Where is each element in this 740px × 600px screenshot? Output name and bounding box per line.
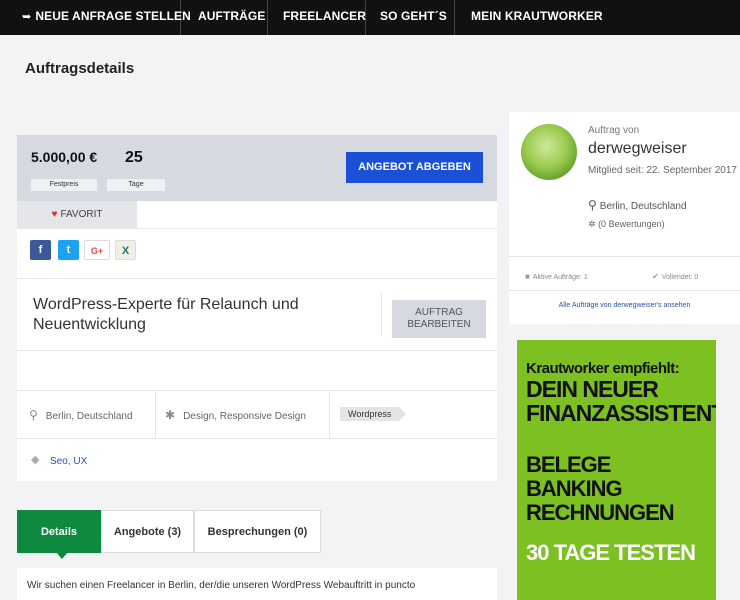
facebook-share-icon[interactable]: f [30,240,51,260]
share-row: f t G+ X [17,229,497,279]
owner-by-label: Auftrag von [588,125,640,136]
ad-banner[interactable]: Krautworker empfiehlt: DEIN NEUER FINANZ… [517,340,716,600]
nav-freelancer[interactable]: FREELANCER [268,0,366,35]
favorite-label: FAVORIT [60,209,103,220]
price-box: 5.000,00 € Festpreis 25 Tage ANGEBOT ABG… [17,135,497,208]
owner-rating-text: (0 Bewertungen) [598,219,665,229]
price-label: Festpreis [31,179,97,191]
days-value: 25 [125,149,143,166]
owner-card: Auftrag von derwegweiser Mitglied seit: … [509,112,740,324]
map-pin-icon: ⚲ [29,408,38,422]
ad-line-1: Krautworker empfiehlt: [526,360,680,377]
googleplus-share-icon[interactable]: G+ [84,240,110,260]
job-title: WordPress-Experte für Relaunch und Neuen… [33,296,299,333]
owner-rating[interactable]: ✲ (0 Bewertungen) [588,219,665,230]
job-card: 5.000,00 € Festpreis 25 Tage ANGEBOT ABG… [17,135,497,481]
nav-jobs[interactable]: AUFTRÄGE [181,0,268,35]
tag-wordpress[interactable]: Wordpress [340,407,407,421]
ad-line-3: FINANZASSISTENT [526,400,716,426]
job-location: ⚲ Berlin, Deutschland [29,391,133,439]
nav-my-krautworker-label: MEIN KRAUTWORKER [471,9,603,23]
heart-icon: ♥ [51,209,58,220]
job-tabs: Details Angebote (3) Besprechungen (0) [17,510,321,559]
nav-how-it-works-label: SO GEHT´S [380,9,447,23]
edit-job-button[interactable]: AUFTRAG BEARBEITEN [392,300,486,338]
tab-details[interactable]: Details [17,510,101,559]
favorite-row: ♥ FAVORIT [17,201,497,229]
ad-line-5: BANKING [526,476,623,501]
nav-how-it-works[interactable]: SO GEHT´S [366,0,455,35]
job-description: Wir suchen einen Freelancer in Berlin, d… [17,568,497,600]
job-category-text: Design, Responsive Design [183,411,306,422]
arrow-right-icon: ➥ [22,11,32,23]
active-jobs-stat: ■ Aktive Aufträge: 1 [525,272,588,281]
owner-location-text: Berlin, Deutschland [599,201,687,212]
nav-new-request[interactable]: ➥ NEUE ANFRAGE STELLEN [0,0,191,35]
edit-job-label-1: AUFTRAG [415,307,463,318]
skills-link[interactable]: Seo, UX [50,456,87,467]
divider [329,391,330,439]
nav-freelancer-label: FREELANCER [283,9,367,23]
divider [155,391,156,439]
tab-discussions[interactable]: Besprechungen (0) [194,510,321,553]
job-category: ✱ Design, Responsive Design [165,391,306,439]
owner-name[interactable]: derwegweiser [588,140,687,158]
divider [509,256,740,257]
completed-stat: ✔ Vollendet: 0 [652,272,698,281]
folder-icon: ■ [525,272,530,281]
ad-cta: 30 TAGE TESTEN [526,540,696,565]
spacer-row [17,351,497,391]
page-title: Auftragsdetails [25,60,135,77]
nav-new-request-label: NEUE ANFRAGE STELLEN [35,9,191,23]
ad-line-6: RECHNUNGEN [526,500,675,525]
job-title-row: WordPress-Experte für Relaunch und Neuen… [17,279,497,351]
favorite-button[interactable]: ♥ FAVORIT [17,201,137,229]
days-label: Tage [107,179,165,191]
twitter-share-icon[interactable]: t [58,240,79,260]
map-pin-icon: ⚲ [588,198,597,212]
divider [381,293,382,335]
divider [509,290,740,291]
top-navigation: ➥ NEUE ANFRAGE STELLEN AUFTRÄGE FREELANCE… [0,0,740,35]
check-icon: ✔ [652,272,659,281]
star-icon: ✲ [588,219,596,229]
owner-location: ⚲ Berlin, Deutschland [588,198,687,212]
tag-icon: ◆ [31,454,40,466]
tab-offers[interactable]: Angebote (3) [101,510,194,553]
avatar[interactable] [521,124,577,180]
job-location-text: Berlin, Deutschland [45,411,133,422]
skills-row: ◆ Seo, UX [17,439,497,481]
puzzle-icon: ✱ [165,408,176,422]
nav-jobs-label: AUFTRÄGE [198,9,266,23]
edit-job-label-2: BEARBEITEN [407,319,471,330]
xing-share-icon[interactable]: X [115,240,136,260]
all-jobs-link[interactable]: Alle Aufträge von derwegweiser's ansehen [509,302,740,309]
ad-line-4: BELEGE [526,452,611,477]
job-meta-row: ⚲ Berlin, Deutschland ✱ Design, Responsive… [17,391,497,439]
submit-offer-button[interactable]: ANGEBOT ABGEBEN [346,152,483,183]
price-value: 5.000,00 € [31,149,98,165]
active-jobs-text: Aktive Aufträge: 1 [532,274,588,281]
ad-line-2: DEIN NEUER [526,376,659,402]
nav-my-krautworker[interactable]: MEIN KRAUTWORKER [455,0,602,35]
completed-text: Vollendet: 0 [661,274,699,281]
member-since: Mitglied seit: 22. September 2017 [588,165,737,176]
